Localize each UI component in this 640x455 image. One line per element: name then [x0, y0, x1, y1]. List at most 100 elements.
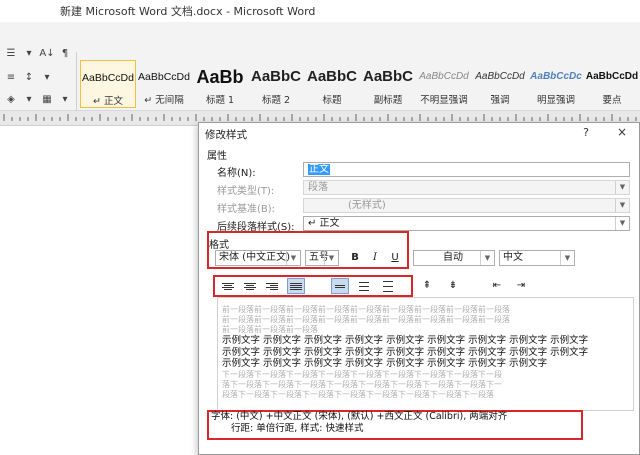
- decrease-indent-icon[interactable]: ⇤: [489, 278, 505, 294]
- description-line-2: 行距: 单倍行距, 样式: 快速样式: [231, 423, 364, 434]
- next-style-select[interactable]: ↵ 正文 ▼: [303, 216, 630, 231]
- bullets-icon[interactable]: ☰: [4, 46, 18, 60]
- borders-icon[interactable]: ▦: [40, 92, 54, 106]
- style-label: 不明显强调: [420, 95, 468, 106]
- increase-indent-icon[interactable]: ⇥: [513, 278, 529, 294]
- preview-next-paragraph: 段落下一段落下一段落下一段落下一段落下一段落下一段落下一段落下一段落: [222, 389, 494, 399]
- description-line-1: 字体: (中文) +中文正文 (宋体), (默认) +西文正文 (Calibri…: [211, 411, 508, 422]
- dialog-title: 修改样式: [205, 129, 247, 141]
- space-after-icon[interactable]: ⇟: [445, 278, 461, 294]
- paragraph-tools: ☰ ▾ A↓ ¶ ≡ ↕ ▾ ◈ ▾ ▦ ▾: [0, 44, 76, 110]
- style-label: 要点: [602, 95, 622, 106]
- style-label: ↵ 正文: [93, 96, 123, 107]
- preview-next-paragraph: 落下一段落下一段落下一段落下一段落下一段落下一段落下一段落下一段落下一: [222, 379, 502, 389]
- font-color-value: 自动: [443, 252, 463, 263]
- show-marks-icon[interactable]: ¶: [58, 46, 72, 60]
- style-tile[interactable]: AaBbCcDd 要点: [584, 60, 640, 108]
- font-size-select[interactable]: 五号 ▼: [305, 250, 339, 266]
- style-label: 明显强调: [536, 95, 575, 106]
- style-type-select: 段落 ▼: [303, 180, 630, 195]
- font-value: 宋体 (中文正文): [219, 252, 290, 263]
- style-tile[interactable]: AaBbCcDc 明显强调: [528, 60, 584, 108]
- style-tile[interactable]: AaBbC 标题: [304, 60, 360, 108]
- align-right-icon[interactable]: [263, 278, 281, 294]
- sort-icon[interactable]: A↓: [39, 46, 54, 60]
- single-spacing-icon[interactable]: [331, 278, 349, 294]
- chevron-down-icon: ▼: [615, 181, 629, 194]
- chevron-down-icon[interactable]: ▼: [615, 217, 629, 230]
- space-before-icon[interactable]: ⇞: [419, 278, 435, 294]
- style-sample: AaBbCcDd: [82, 72, 134, 84]
- shading-icon[interactable]: ◈: [4, 92, 18, 106]
- dropdown-icon[interactable]: ▾: [58, 92, 72, 106]
- style-sample: AaBbCcDd: [475, 71, 525, 82]
- double-spacing-icon[interactable]: [379, 278, 397, 294]
- chevron-down-icon: ▼: [615, 199, 629, 212]
- preview-previous-paragraph: 前一段落前一段落前一段落前一段落前一段落前一段落前一段落前一段落前一段落: [222, 315, 510, 324]
- font-color-select[interactable]: 自动 ▼: [413, 250, 495, 266]
- style-sample: AaBb: [196, 67, 244, 87]
- align-icon[interactable]: ≡: [4, 70, 18, 84]
- style-based-value: (无样式): [348, 200, 386, 211]
- preview-sample-text: 示例文字 示例文字 示例文字 示例文字 示例文字 示例文字 示例文字 示例文字 …: [222, 335, 589, 346]
- style-tile[interactable]: AaBbCcDd ↵ 无间隔: [136, 60, 192, 108]
- style-preview: 前一段落前一段落前一段落前一段落前一段落前一段落前一段落前一段落前一段落 前一段落…: [217, 297, 634, 411]
- dropdown-icon[interactable]: ▾: [22, 46, 36, 60]
- language-value: 中文: [503, 252, 523, 263]
- group-separator: [76, 52, 77, 118]
- underline-button[interactable]: U: [387, 250, 403, 266]
- line-spacing-icon[interactable]: ↕: [22, 70, 36, 84]
- preview-previous-paragraph: 前一段落前一段落前一段落: [222, 325, 318, 334]
- name-value: 正文: [308, 164, 330, 175]
- one-half-spacing-icon[interactable]: [355, 278, 373, 294]
- italic-button[interactable]: I: [367, 250, 383, 266]
- language-select[interactable]: 中文 ▼: [499, 250, 575, 266]
- dropdown-icon[interactable]: ▾: [40, 70, 54, 84]
- close-button[interactable]: ×: [615, 125, 629, 139]
- justify-icon[interactable]: [287, 278, 305, 294]
- chevron-down-icon[interactable]: ▼: [560, 251, 574, 265]
- paragraph-toolbar: ⇞ ⇟ ⇤ ⇥: [219, 278, 525, 294]
- font-select[interactable]: 宋体 (中文正文) ▼: [215, 250, 301, 266]
- style-tile[interactable]: AaBbC 标题 2: [248, 60, 304, 108]
- style-sample: AaBbCcDd: [138, 71, 190, 83]
- dropdown-icon[interactable]: ▾: [22, 92, 36, 106]
- preview-next-paragraph: 下一段落下一段落下一段落下一段落下一段落下一段落下一段落下一段落下一段: [222, 369, 502, 379]
- style-description: 字体: (中文) +中文正文 (宋体), (默认) +西文正文 (Calibri…: [207, 409, 632, 439]
- style-label: 副标题: [373, 95, 403, 106]
- align-center-icon[interactable]: [241, 278, 259, 294]
- preview-sample-text: 示例文字 示例文字 示例文字 示例文字 示例文字 示例文字 示例文字 示例文字: [222, 358, 548, 369]
- chevron-down-icon[interactable]: ▼: [480, 251, 494, 265]
- style-tile[interactable]: AaBb 标题 1: [192, 60, 248, 108]
- style-sample: AaBbC: [306, 68, 357, 85]
- style-based-label: 样式基准(B):: [217, 204, 276, 215]
- chevron-down-icon[interactable]: ▼: [324, 251, 338, 265]
- style-sample: AaBbCcDd: [419, 71, 469, 82]
- style-label: ↵ 无间隔: [144, 95, 184, 106]
- preview-sample-text: 示例文字 示例文字 示例文字 示例文字 示例文字 示例文字 示例文字 示例文字 …: [222, 346, 589, 358]
- align-left-icon[interactable]: [219, 278, 237, 294]
- style-sample: AaBbCcDc: [530, 71, 582, 82]
- style-sample: AaBbCcDd: [585, 71, 639, 82]
- chevron-down-icon[interactable]: ▼: [286, 251, 300, 265]
- ribbon: ☰ ▾ A↓ ¶ ≡ ↕ ▾ ◈ ▾ ▦ ▾ ↘ AaBbCcDd↵ 正文AaB…: [0, 22, 640, 133]
- name-label: 名称(N):: [217, 168, 256, 179]
- format-section-title: 格式: [209, 240, 229, 251]
- style-label: 强调: [490, 95, 510, 106]
- style-based-select: (无样式) ▼: [303, 198, 630, 213]
- modify-style-dialog: 修改样式 ? × 属性 名称(N): 正文 样式类型(T): 段落 ▼ 样式基准…: [198, 122, 640, 455]
- style-sample: AaBbC: [250, 68, 301, 85]
- styles-gallery: AaBbCcDd ↵ 正文 AaBbCcDd ↵ 无间隔 AaBb 标题 1 AaBbC 标题…: [80, 60, 640, 110]
- title-bar: 新建 Microsoft Word 文档.docx - Microsoft Wo…: [0, 0, 640, 22]
- style-label: 标题 2: [261, 95, 291, 106]
- style-tile[interactable]: AaBbCcDd ↵ 正文: [80, 60, 136, 108]
- style-type-value: 段落: [308, 182, 328, 193]
- style-tile[interactable]: AaBbCcDd 不明显强调: [416, 60, 472, 108]
- style-tile[interactable]: AaBbCcDd 强调: [472, 60, 528, 108]
- style-label: 标题 1: [205, 95, 235, 106]
- style-type-label: 样式类型(T):: [217, 186, 275, 197]
- style-tile[interactable]: AaBbC 副标题: [360, 60, 416, 108]
- help-button[interactable]: ?: [579, 126, 593, 139]
- bold-button[interactable]: B: [347, 250, 363, 266]
- name-field[interactable]: 正文: [303, 162, 630, 177]
